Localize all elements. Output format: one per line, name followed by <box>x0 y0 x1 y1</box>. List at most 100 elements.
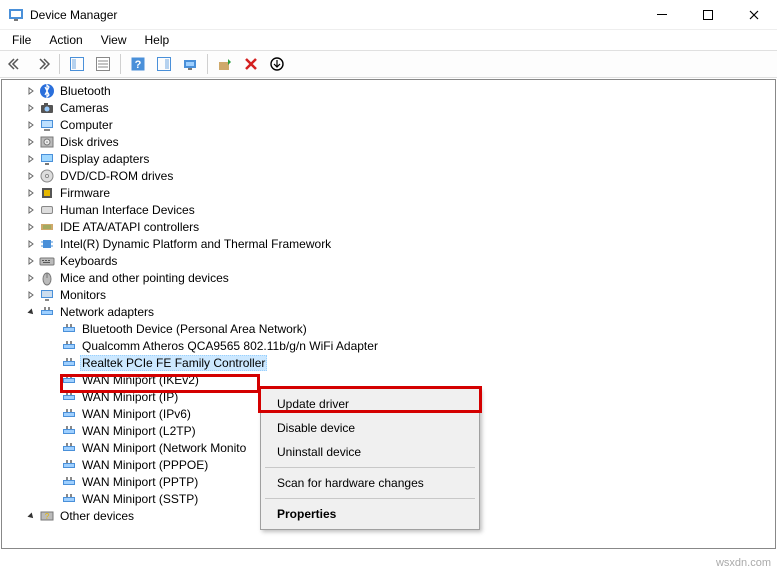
expand-arrow-icon[interactable] <box>24 118 38 132</box>
tree-item-label: Keyboards <box>58 254 119 268</box>
network-adapter-icon <box>61 457 77 473</box>
show-hide-console-tree-button[interactable] <box>65 52 89 76</box>
expand-arrow-icon[interactable] <box>24 169 38 183</box>
tree-item-label: WAN Miniport (PPPOE) <box>80 458 210 472</box>
title-bar: Device Manager <box>0 0 777 30</box>
tree-item[interactable]: Human Interface Devices <box>2 201 775 218</box>
tree-item[interactable]: IDE ATA/ATAPI controllers <box>2 218 775 235</box>
tree-item-label: Disk drives <box>58 135 121 149</box>
tree-subitem[interactable]: Realtek PCIe FE Family Controller <box>2 354 775 371</box>
tree-item-label: DVD/CD-ROM drives <box>58 169 175 183</box>
chip-icon <box>39 236 55 252</box>
tree-item[interactable]: Disk drives <box>2 133 775 150</box>
expand-arrow-icon[interactable] <box>24 237 38 251</box>
collapse-arrow-icon[interactable] <box>24 305 38 319</box>
network-adapter-icon <box>39 304 55 320</box>
ctx-disable-device[interactable]: Disable device <box>263 416 477 440</box>
ctx-update-driver[interactable]: Update driver <box>263 392 477 416</box>
tree-item-label: IDE ATA/ATAPI controllers <box>58 220 201 234</box>
tree-item-label: Bluetooth <box>58 84 113 98</box>
tree-item-label: WAN Miniport (IPv6) <box>80 407 193 421</box>
close-button[interactable] <box>731 0 777 30</box>
svg-text:?: ? <box>135 59 142 71</box>
tree-item-label: Intel(R) Dynamic Platform and Thermal Fr… <box>58 237 333 251</box>
tree-item-label: Network adapters <box>58 305 156 319</box>
menu-bar: File Action View Help <box>0 30 777 50</box>
forward-button[interactable] <box>30 52 54 76</box>
maximize-button[interactable] <box>685 0 731 30</box>
tree-item-network-adapters[interactable]: Network adapters <box>2 303 775 320</box>
window-title: Device Manager <box>30 8 117 22</box>
tree-item[interactable]: Intel(R) Dynamic Platform and Thermal Fr… <box>2 235 775 252</box>
other-devices-icon: ? <box>39 508 55 524</box>
network-adapter-icon <box>61 406 77 422</box>
tree-item[interactable]: Monitors <box>2 286 775 303</box>
tree-subitem[interactable]: Bluetooth Device (Personal Area Network) <box>2 320 775 337</box>
tree-item[interactable]: Bluetooth <box>2 82 775 99</box>
bluetooth-icon <box>39 83 55 99</box>
network-adapter-icon <box>61 372 77 388</box>
expand-arrow-icon[interactable] <box>24 186 38 200</box>
toolbar: ? <box>0 50 777 78</box>
tree-item[interactable]: Mice and other pointing devices <box>2 269 775 286</box>
tree-item-label: WAN Miniport (PPTP) <box>80 475 200 489</box>
properties-button[interactable] <box>91 52 115 76</box>
tree-item-label: Qualcomm Atheros QCA9565 802.11b/g/n WiF… <box>80 339 380 353</box>
tree-item-label: Mice and other pointing devices <box>58 271 231 285</box>
app-icon <box>8 7 24 23</box>
tree-item-label: Display adapters <box>58 152 151 166</box>
uninstall-button[interactable] <box>239 52 263 76</box>
tree-subitem[interactable]: WAN Miniport (IKEv2) <box>2 371 775 388</box>
network-adapter-icon <box>61 440 77 456</box>
disc-icon <box>39 168 55 184</box>
computer-icon <box>39 117 55 133</box>
keyboard-icon <box>39 253 55 269</box>
tree-item[interactable]: DVD/CD-ROM drives <box>2 167 775 184</box>
tree-item[interactable]: Computer <box>2 116 775 133</box>
expand-arrow-icon[interactable] <box>24 271 38 285</box>
menu-view[interactable]: View <box>93 32 135 48</box>
ctx-uninstall-device[interactable]: Uninstall device <box>263 440 477 464</box>
context-menu: Update driver Disable device Uninstall d… <box>260 388 480 530</box>
minimize-button[interactable] <box>639 0 685 30</box>
tree-item-label: Computer <box>58 118 115 132</box>
camera-icon <box>39 100 55 116</box>
menu-file[interactable]: File <box>4 32 39 48</box>
tree-item-label: Realtek PCIe FE Family Controller <box>80 355 267 371</box>
menu-action[interactable]: Action <box>41 32 90 48</box>
expand-arrow-icon[interactable] <box>24 84 38 98</box>
scan-hardware-button[interactable] <box>178 52 202 76</box>
tree-item-label: WAN Miniport (IP) <box>80 390 180 404</box>
action-pane-button[interactable] <box>152 52 176 76</box>
tree-item-label: Monitors <box>58 288 108 302</box>
expand-arrow-icon[interactable] <box>24 203 38 217</box>
expand-arrow-icon[interactable] <box>24 220 38 234</box>
tree-subitem[interactable]: Qualcomm Atheros QCA9565 802.11b/g/n WiF… <box>2 337 775 354</box>
back-button[interactable] <box>4 52 28 76</box>
tree-item[interactable]: Firmware <box>2 184 775 201</box>
collapse-arrow-icon[interactable] <box>24 509 38 523</box>
tree-item[interactable]: Display adapters <box>2 150 775 167</box>
ide-icon <box>39 219 55 235</box>
ctx-properties[interactable]: Properties <box>263 502 477 526</box>
update-driver-button[interactable] <box>213 52 237 76</box>
hid-icon <box>39 202 55 218</box>
disable-button[interactable] <box>265 52 289 76</box>
expand-arrow-icon[interactable] <box>24 152 38 166</box>
ctx-scan-hardware[interactable]: Scan for hardware changes <box>263 471 477 495</box>
tree-item[interactable]: Cameras <box>2 99 775 116</box>
menu-help[interactable]: Help <box>137 32 178 48</box>
svg-text:?: ? <box>45 512 50 521</box>
help-button[interactable]: ? <box>126 52 150 76</box>
expand-arrow-icon[interactable] <box>24 254 38 268</box>
network-adapter-icon <box>61 491 77 507</box>
expand-arrow-icon[interactable] <box>24 101 38 115</box>
expand-arrow-icon[interactable] <box>24 288 38 302</box>
tree-item[interactable]: Keyboards <box>2 252 775 269</box>
ctx-separator <box>265 467 475 468</box>
watermark: wsxdn.com <box>716 557 771 569</box>
disk-icon <box>39 134 55 150</box>
ctx-separator <box>265 498 475 499</box>
expand-arrow-icon[interactable] <box>24 135 38 149</box>
network-adapter-icon <box>61 355 77 371</box>
